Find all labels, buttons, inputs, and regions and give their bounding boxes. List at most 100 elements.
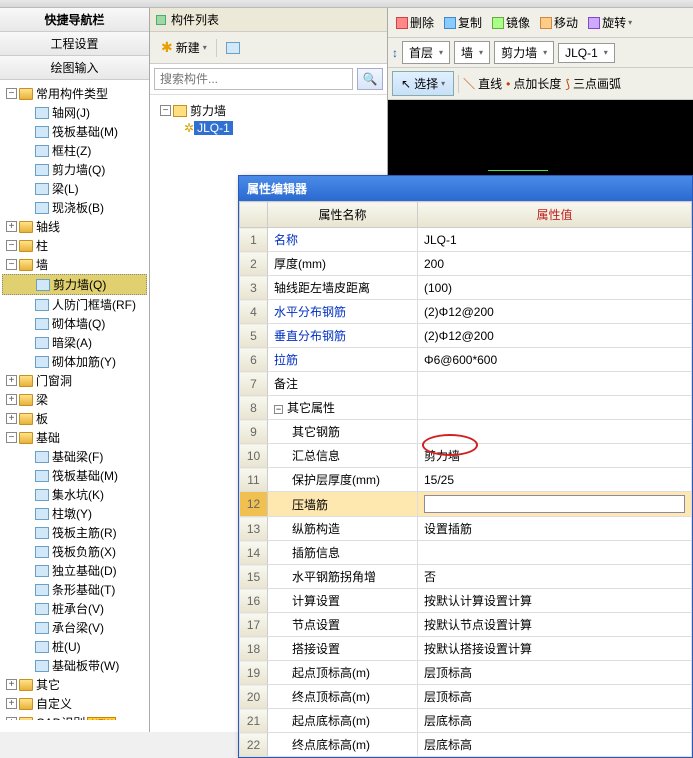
property-row[interactable]: 9其它钢筋 [240, 420, 692, 444]
property-row[interactable]: 13纵筋构造设置插筋 [240, 517, 692, 541]
expand-icon[interactable]: + [6, 375, 17, 386]
tree-node[interactable]: 砌体加筋(Y) [2, 352, 147, 371]
expand-icon[interactable]: − [6, 240, 17, 251]
tree-node[interactable]: −常用构件类型 [2, 84, 147, 103]
move-button[interactable]: 移动 [536, 11, 582, 34]
property-value[interactable]: Φ6@600*600 [418, 348, 692, 372]
type-combo[interactable]: 剪力墙▾ [494, 41, 554, 64]
instance-combo[interactable]: JLQ-1▾ [558, 43, 615, 63]
category-combo[interactable]: 墙▾ [454, 41, 490, 64]
property-row[interactable]: 22终点底标高(m)层底标高 [240, 733, 692, 757]
property-value[interactable] [418, 492, 692, 517]
property-row[interactable]: 14插筋信息 [240, 541, 692, 565]
rotate-button[interactable]: 旋转▾ [584, 11, 636, 34]
tree-node[interactable]: 承台梁(V) [2, 618, 147, 637]
tree-node[interactable]: 暗梁(A) [2, 333, 147, 352]
floor-combo[interactable]: 首层▾ [402, 41, 450, 64]
line-tool-button[interactable]: ＼直线 [463, 75, 502, 92]
property-value[interactable]: 层顶标高 [418, 685, 692, 709]
tree-item-jlq1[interactable]: ✲ JLQ-1 [156, 120, 381, 136]
property-value[interactable] [418, 420, 692, 444]
property-value[interactable]: (100) [418, 276, 692, 300]
tree-node[interactable]: −基础 [2, 428, 147, 447]
property-value[interactable]: (2)Φ12@200 [418, 324, 692, 348]
property-row[interactable]: 21起点底标高(m)层底标高 [240, 709, 692, 733]
tree-node[interactable]: 筏板基础(M) [2, 466, 147, 485]
pin-icon[interactable] [156, 15, 166, 25]
expand-icon[interactable]: + [6, 413, 17, 424]
tree-node[interactable]: +自定义 [2, 694, 147, 713]
property-row[interactable]: 15水平钢筋拐角增否 [240, 565, 692, 589]
search-button[interactable]: 🔍 [357, 68, 383, 90]
component-instance-tree[interactable]: − 剪力墙 ✲ JLQ-1 [150, 95, 387, 142]
expand-icon[interactable]: + [6, 717, 17, 720]
property-value[interactable]: 200 [418, 252, 692, 276]
property-value[interactable]: JLQ-1 [418, 228, 692, 252]
tree-node[interactable]: +梁 [2, 390, 147, 409]
tree-node[interactable]: 砌体墙(Q) [2, 314, 147, 333]
tree-root-shearwall[interactable]: − 剪力墙 [156, 101, 381, 120]
tree-node[interactable]: 桩承台(V) [2, 599, 147, 618]
addlen-tool-button[interactable]: •点加长度 [506, 75, 561, 92]
property-row[interactable]: 6拉筋Φ6@600*600 [240, 348, 692, 372]
delete-button[interactable]: 删除 [392, 11, 438, 34]
expand-icon[interactable]: − [6, 259, 17, 270]
property-value[interactable]: 15/25 [418, 468, 692, 492]
tree-node[interactable]: 框柱(Z) [2, 141, 147, 160]
tree-node[interactable]: 基础梁(F) [2, 447, 147, 466]
property-value[interactable]: 层底标高 [418, 709, 692, 733]
arc-tool-button[interactable]: ⟆三点画弧 [565, 75, 621, 92]
property-row[interactable]: 8−其它属性 [240, 396, 692, 420]
property-value[interactable]: 剪力墙 [418, 444, 692, 468]
tree-node[interactable]: 筏板负筋(X) [2, 542, 147, 561]
property-value[interactable]: 按默认计算设置计算 [418, 589, 692, 613]
component-type-tree[interactable]: −常用构件类型轴网(J)筏板基础(M)框柱(Z)剪力墙(Q)梁(L)现浇板(B)… [0, 80, 149, 720]
property-row[interactable]: 16计算设置按默认计算设置计算 [240, 589, 692, 613]
tree-node[interactable]: 筏板基础(M) [2, 122, 147, 141]
tree-node[interactable]: 筏板主筋(R) [2, 523, 147, 542]
tree-node[interactable]: 桩(U) [2, 637, 147, 656]
tree-node[interactable]: 梁(L) [2, 179, 147, 198]
property-value[interactable]: 层顶标高 [418, 661, 692, 685]
property-row[interactable]: 4水平分布钢筋(2)Φ12@200 [240, 300, 692, 324]
property-row[interactable]: 18搭接设置按默认搭接设置计算 [240, 637, 692, 661]
property-row[interactable]: 3轴线距左墙皮距离(100) [240, 276, 692, 300]
expand-icon[interactable]: + [6, 394, 17, 405]
expand-icon[interactable]: + [6, 679, 17, 690]
property-row[interactable]: 1名称JLQ-1 [240, 228, 692, 252]
tree-node[interactable]: 集水坑(K) [2, 485, 147, 504]
property-value[interactable] [418, 372, 692, 396]
tree-node[interactable]: 剪力墙(Q) [2, 160, 147, 179]
tree-node[interactable]: 基础板带(W) [2, 656, 147, 675]
expand-icon[interactable]: − [6, 432, 17, 443]
tree-node[interactable]: 现浇板(B) [2, 198, 147, 217]
property-value[interactable]: 按默认搭接设置计算 [418, 637, 692, 661]
property-value[interactable]: (2)Φ12@200 [418, 300, 692, 324]
property-row[interactable]: 20终点顶标高(m)层顶标高 [240, 685, 692, 709]
tree-node[interactable]: +其它 [2, 675, 147, 694]
draw-input-tab[interactable]: 绘图输入 [0, 56, 149, 80]
property-row[interactable]: 11保护层厚度(mm)15/25 [240, 468, 692, 492]
expand-icon[interactable]: − [6, 88, 17, 99]
property-row[interactable]: 10汇总信息剪力墙 [240, 444, 692, 468]
tree-node[interactable]: 人防门框墙(RF) [2, 295, 147, 314]
mirror-button[interactable]: 镜像 [488, 11, 534, 34]
property-value[interactable] [418, 396, 692, 420]
collapse-icon[interactable]: − [160, 105, 171, 116]
property-value-input[interactable] [424, 495, 685, 513]
tree-node[interactable]: +轴线 [2, 217, 147, 236]
tree-node[interactable]: 轴网(J) [2, 103, 147, 122]
property-grid[interactable]: 属性名称 属性值 1名称JLQ-12厚度(mm)2003轴线距左墙皮距离(100… [239, 201, 692, 757]
property-value[interactable] [418, 541, 692, 565]
property-row[interactable]: 19起点顶标高(m)层顶标高 [240, 661, 692, 685]
property-value[interactable]: 按默认节点设置计算 [418, 613, 692, 637]
select-tool-button[interactable]: ↖选择▾ [392, 71, 454, 96]
tree-node[interactable]: 剪力墙(Q) [2, 274, 147, 295]
property-value[interactable]: 层底标高 [418, 733, 692, 757]
tree-node[interactable]: +门窗洞 [2, 371, 147, 390]
copy-icon-button[interactable] [221, 39, 248, 57]
property-row[interactable]: 2厚度(mm)200 [240, 252, 692, 276]
tree-node[interactable]: 柱墩(Y) [2, 504, 147, 523]
tree-node[interactable]: 独立基础(D) [2, 561, 147, 580]
property-row[interactable]: 12压墙筋 [240, 492, 692, 517]
